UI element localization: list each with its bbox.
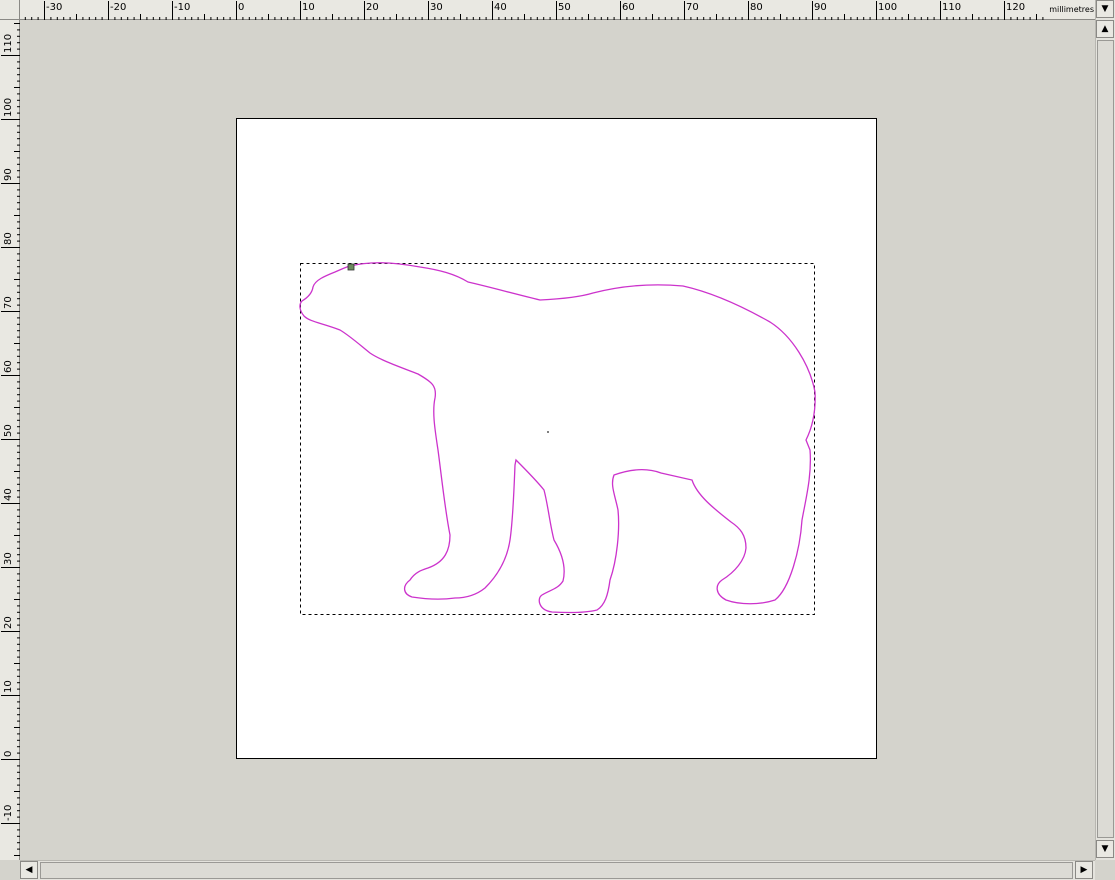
ruler-menu-button[interactable]: ▼ [1096, 0, 1114, 18]
ruler-tick-label: 30 [3, 552, 14, 565]
ruler-tick-label: 20 [3, 616, 14, 629]
ruler-tick-label: 0 [3, 751, 14, 757]
ruler-tick-label: 100 [878, 2, 897, 13]
ruler-tick-label: 80 [750, 2, 763, 13]
ruler-tick-label: 20 [366, 2, 379, 13]
horizontal-scrollbar[interactable]: ◀ ▶ [20, 860, 1095, 880]
canvas-overlay [299, 262, 816, 615]
ruler-tick-label: 10 [302, 2, 315, 13]
vertical-ruler[interactable]: 110 100 90 80 70 60 50 40 30 20 10 0 -10 [0, 20, 20, 860]
arrow-down-icon: ▼ [1101, 844, 1109, 854]
ruler-tick-label: -30 [46, 2, 62, 13]
ruler-tick-label: 60 [3, 360, 14, 373]
scroll-right-button[interactable]: ▶ [1075, 861, 1093, 879]
horizontal-ruler[interactable]: -30 -20 -10 0 10 20 30 40 50 60 70 80 90 100 110 120 [20, 0, 1095, 20]
ruler-corner [0, 0, 20, 20]
arrow-up-icon: ▲ [1101, 24, 1109, 34]
ruler-tick-label: 70 [3, 296, 14, 309]
chevron-down-icon: ▼ [1101, 4, 1109, 14]
polar-bear-outline[interactable] [299, 262, 816, 614]
horizontal-scroll-thumb[interactable] [40, 862, 1073, 879]
ruler-tick-label: 90 [3, 168, 14, 181]
ruler-tick-label: 60 [622, 2, 635, 13]
ruler-tick-label: 120 [1006, 2, 1025, 13]
ruler-tick-label: 10 [3, 680, 14, 693]
ruler-tick-label: 110 [3, 34, 14, 53]
ruler-tick-label: 50 [558, 2, 571, 13]
horizontal-ruler-ticks: -30 -20 -10 0 10 20 30 40 50 60 70 80 90 100 110 120 [24, 1, 1044, 20]
node-handle[interactable] [347, 263, 355, 271]
ruler-tick-label: 30 [430, 2, 443, 13]
ruler-units-label[interactable]: millimetres [1048, 1, 1094, 18]
ruler-tick-label: -10 [174, 2, 190, 13]
ruler-tick-label: 0 [238, 2, 244, 13]
scrollbar-corner [1095, 860, 1115, 880]
ruler-tick-label: 50 [3, 424, 14, 437]
ruler-tick-label: -10 [3, 805, 14, 821]
ruler-tick-label: 90 [814, 2, 827, 13]
ruler-tick-label: 100 [3, 98, 14, 117]
ruler-tick-label: 40 [494, 2, 507, 13]
arrow-right-icon: ▶ [1080, 865, 1088, 875]
ruler-tick-label: 80 [3, 232, 14, 245]
scroll-left-button[interactable]: ◀ [20, 861, 38, 879]
ruler-tick-label: 110 [942, 2, 961, 13]
vertical-scrollbar[interactable]: ▼ ▲ ▼ [1095, 0, 1115, 860]
ruler-tick-label: 70 [686, 2, 699, 13]
vertical-ruler-ticks: 1101009080706050403020100-10 [1, 23, 20, 856]
scroll-up-button[interactable]: ▲ [1096, 20, 1114, 38]
ruler-tick-label: -20 [110, 2, 126, 13]
arrow-left-icon: ◀ [25, 865, 33, 875]
drawing-canvas[interactable] [20, 20, 1095, 860]
selection-bounding-box[interactable] [300, 263, 815, 615]
ruler-tick-label: 40 [3, 488, 14, 501]
scroll-down-button[interactable]: ▼ [1096, 840, 1114, 858]
vertical-scroll-thumb[interactable] [1097, 40, 1114, 838]
